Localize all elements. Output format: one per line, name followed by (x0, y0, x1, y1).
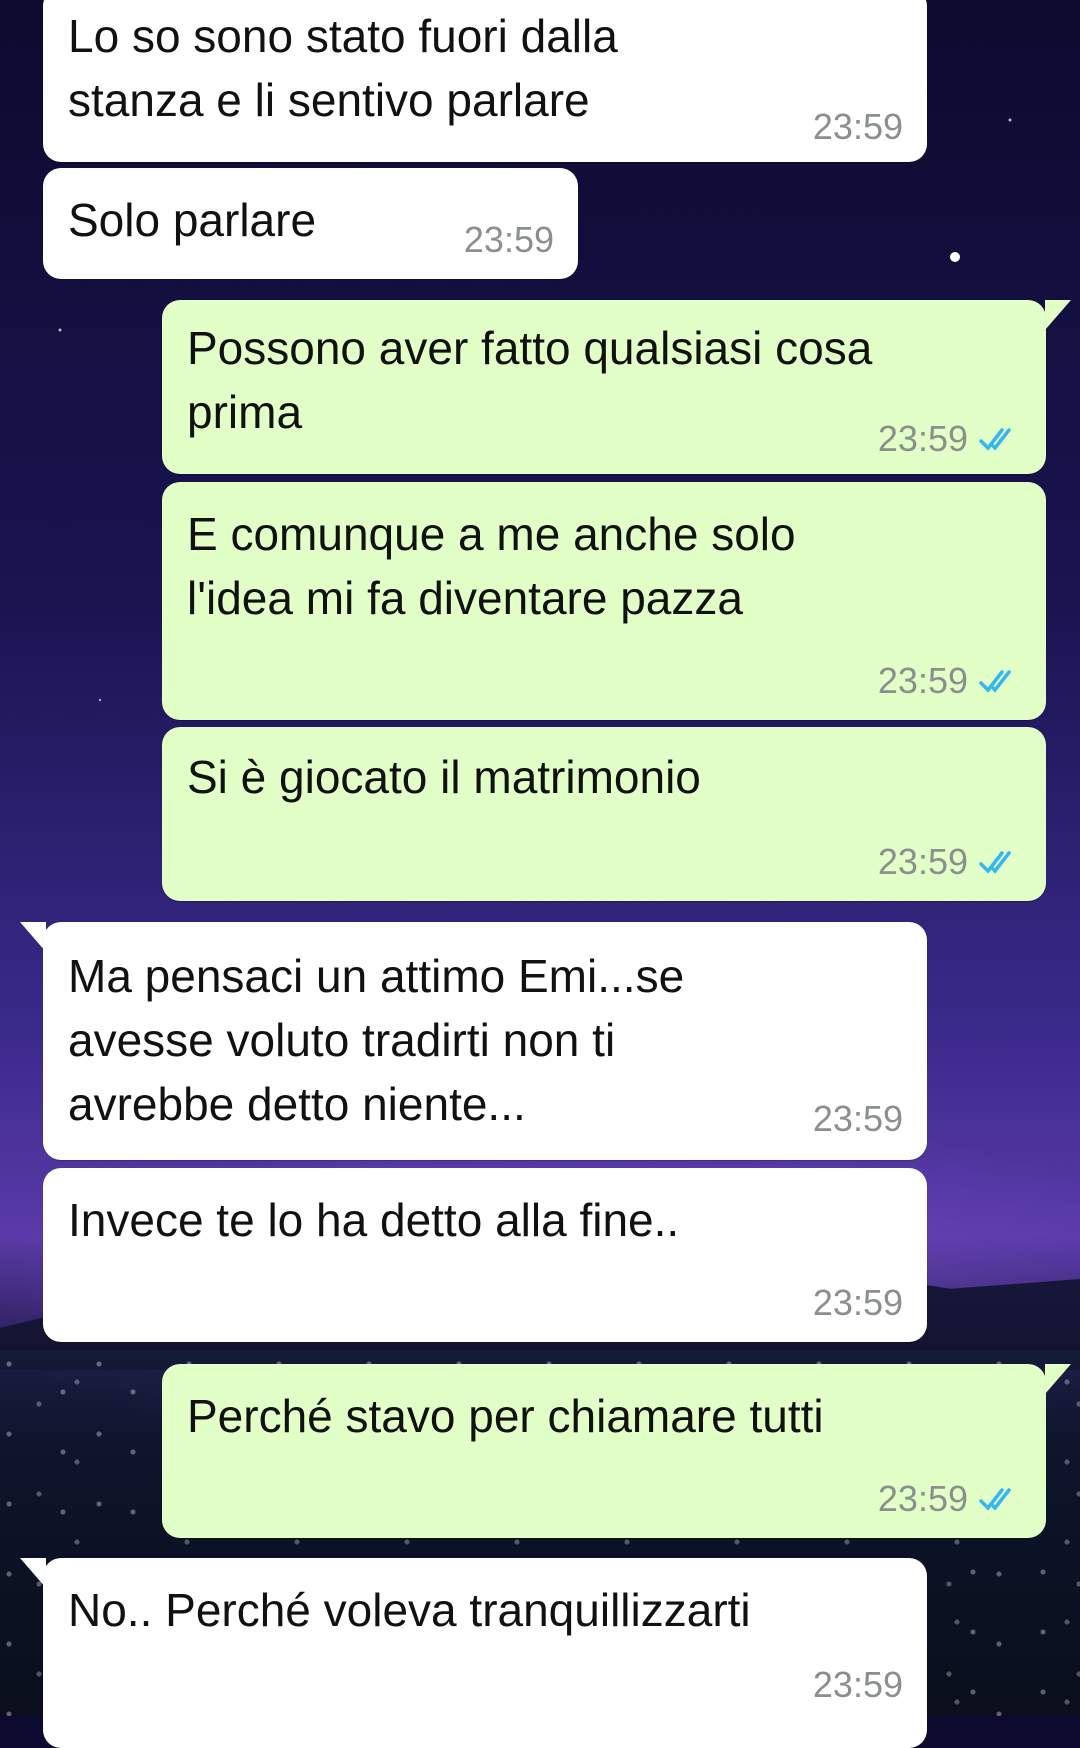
message-meta: 23:59 (878, 1478, 1022, 1520)
bubble-tail-outgoing (1045, 1364, 1071, 1394)
double-check-icon (979, 670, 1011, 693)
message-time: 23:59 (463, 219, 554, 260)
message-meta: 23:59 (878, 418, 1022, 460)
message-bubble-incoming[interactable]: Invece te lo ha detto alla fine.. 23:59 (43, 1168, 927, 1342)
message-meta: 23:59 (813, 1098, 903, 1140)
message-text: Invece te lo ha detto alla fine.. (68, 1194, 680, 1246)
message-text: No.. Perché voleva tranquillizzarti (68, 1584, 751, 1636)
double-check-icon (979, 851, 1011, 874)
message-meta: 23:59 (813, 106, 903, 148)
message-meta: 23:59 (878, 660, 1022, 702)
message-bubble-incoming[interactable]: Solo parlare 23:59 (43, 168, 578, 279)
message-bubble-incoming[interactable]: Lo so sono stato fuori dalla stanza e li… (43, 0, 927, 162)
message-time: 23:59 (812, 1664, 903, 1705)
message-time: 23:59 (877, 1478, 968, 1519)
message-bubble-outgoing[interactable]: Si è giocato il matrimonio 23:59 (162, 727, 1046, 901)
message-meta: 23:59 (878, 841, 1022, 883)
message-meta: 23:59 (813, 1282, 903, 1324)
message-time: 23:59 (877, 660, 968, 701)
message-text: Perché stavo per chiamare tutti (187, 1390, 824, 1442)
message-bubble-outgoing[interactable]: Perché stavo per chiamare tutti 23:59 (162, 1364, 1046, 1538)
message-time: 23:59 (812, 1282, 903, 1323)
message-text: Lo so sono stato fuori dalla stanza e li… (68, 10, 618, 126)
message-meta: 23:59 (464, 219, 554, 261)
message-text: Si è giocato il matrimonio (187, 751, 701, 803)
message-time: 23:59 (877, 418, 968, 459)
double-check-icon (979, 428, 1011, 451)
double-check-icon (979, 1488, 1011, 1511)
bubble-tail-outgoing (1045, 300, 1071, 330)
message-time: 23:59 (812, 106, 903, 147)
message-text: Ma pensaci un attimo Emi...se avesse vol… (68, 950, 685, 1130)
message-text: E comunque a me anche solo l'idea mi fa … (187, 508, 796, 624)
message-bubble-outgoing[interactable]: Possono aver fatto qualsiasi cosa prima … (162, 300, 1046, 474)
message-bubble-incoming[interactable]: No.. Perché voleva tranquillizzarti 23:5… (43, 1558, 927, 1748)
message-bubble-outgoing[interactable]: E comunque a me anche solo l'idea mi fa … (162, 482, 1046, 720)
message-bubble-incoming[interactable]: Ma pensaci un attimo Emi...se avesse vol… (43, 922, 927, 1160)
message-time: 23:59 (812, 1098, 903, 1139)
message-time: 23:59 (877, 841, 968, 882)
message-meta: 23:59 (813, 1664, 903, 1706)
